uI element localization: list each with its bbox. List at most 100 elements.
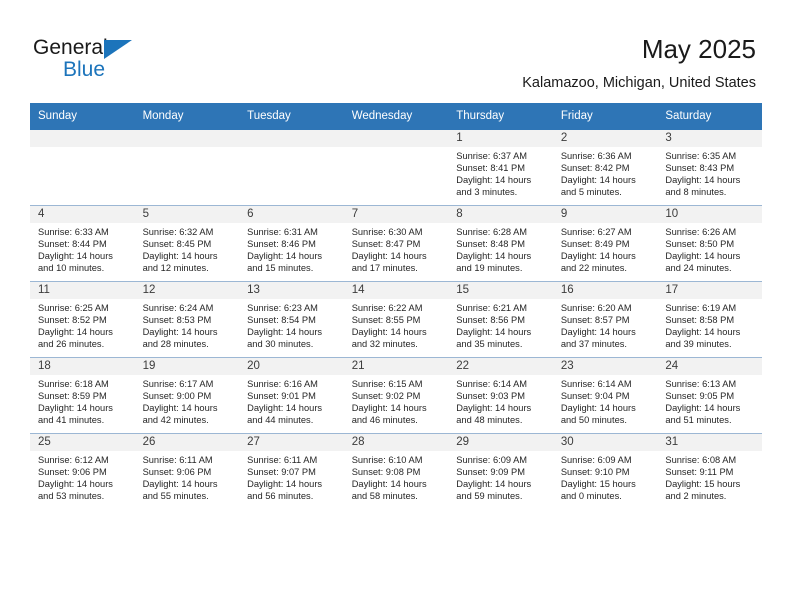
daylight-duration-line2: and 17 minutes. xyxy=(351,263,418,274)
calendar-day-cell[interactable]: 20 Sunrise: 6:16 AM Sunset: 9:01 PM Dayligh… xyxy=(239,357,344,434)
day-cell-inner: 7 Sunrise: 6:30 AM Sunset: 8:47 PM Daylight… xyxy=(343,206,449,281)
day-number: 3 xyxy=(657,130,762,147)
day-details: Sunrise: 6:10 AM Sunset: 9:08 PM Daylight:… xyxy=(344,451,449,502)
daylight-duration-line2: and 30 minutes. xyxy=(247,339,314,350)
day-number: 1 xyxy=(448,130,553,147)
day-cell-inner: 28 Sunrise: 6:10 AM Sunset: 9:08 PM Dayligh… xyxy=(343,434,449,509)
sunset-time: Sunset: 8:56 PM xyxy=(456,315,525,326)
day-number xyxy=(239,130,344,147)
calendar-day-cell[interactable]: 3 Sunrise: 6:35 AM Sunset: 8:43 PM Daylight… xyxy=(657,130,762,206)
calendar-day-cell[interactable]: 19 Sunrise: 6:17 AM Sunset: 9:00 PM Dayligh… xyxy=(134,357,240,434)
daylight-duration-line1: Daylight: 14 hours xyxy=(560,327,636,338)
calendar-day-cell[interactable]: 8 Sunrise: 6:28 AM Sunset: 8:48 PM Daylight… xyxy=(448,205,553,282)
day-cell-inner: 14 Sunrise: 6:22 AM Sunset: 8:55 PM Dayligh… xyxy=(343,282,449,357)
day-number: 12 xyxy=(134,282,240,299)
sunrise-time: Sunrise: 6:13 AM xyxy=(665,379,737,389)
day-number: 4 xyxy=(30,206,135,223)
page-header: General Blue May 2025 Kalamazoo, Michiga… xyxy=(0,0,792,103)
sunset-time: Sunset: 9:10 PM xyxy=(560,467,630,478)
calendar-day-cell[interactable]: 10 Sunrise: 6:26 AM Sunset: 8:50 PM Dayligh… xyxy=(657,205,762,282)
calendar-day-cell[interactable]: 6 Sunrise: 6:31 AM Sunset: 8:46 PM Daylight… xyxy=(239,205,344,282)
daylight-duration-line2: and 15 minutes. xyxy=(247,263,314,274)
daylight-duration-line1: Daylight: 14 hours xyxy=(247,403,323,414)
calendar-day-cell[interactable]: 26 Sunrise: 6:11 AM Sunset: 9:06 PM Dayligh… xyxy=(134,433,240,509)
daylight-duration-line1: Daylight: 14 hours xyxy=(665,327,741,338)
calendar-day-cell[interactable]: 31 Sunrise: 6:08 AM Sunset: 9:11 PM Dayligh… xyxy=(657,433,762,509)
daylight-duration-line2: and 35 minutes. xyxy=(456,339,523,350)
sunset-time: Sunset: 8:48 PM xyxy=(456,239,525,250)
sunrise-time: Sunrise: 6:11 AM xyxy=(142,455,213,465)
calendar-day-cell[interactable]: 11 Sunrise: 6:25 AM Sunset: 8:52 PM Dayligh… xyxy=(30,281,135,358)
calendar-day-cell[interactable]: 5 Sunrise: 6:32 AM Sunset: 8:45 PM Daylight… xyxy=(134,205,240,282)
logo-text-general: General xyxy=(33,36,108,59)
calendar-day-cell[interactable]: 14 Sunrise: 6:22 AM Sunset: 8:55 PM Dayligh… xyxy=(343,281,449,358)
calendar-day-cell[interactable]: 23 Sunrise: 6:14 AM Sunset: 9:04 PM Dayligh… xyxy=(552,357,658,434)
daylight-duration-line2: and 10 minutes. xyxy=(38,263,105,274)
day-cell-inner xyxy=(134,130,240,205)
logo-text-blue: Blue xyxy=(63,58,106,81)
calendar-day-cell-empty xyxy=(134,130,240,206)
weekday-header-friday: Friday xyxy=(552,103,658,130)
sunrise-time: Sunrise: 6:37 AM xyxy=(456,151,528,161)
sunset-time: Sunset: 9:01 PM xyxy=(247,391,316,402)
calendar-day-cell[interactable]: 24 Sunrise: 6:13 AM Sunset: 9:05 PM Dayligh… xyxy=(657,357,762,434)
calendar-day-cell-empty xyxy=(30,130,135,206)
sunset-time: Sunset: 8:52 PM xyxy=(38,315,107,326)
calendar-day-cell[interactable]: 15 Sunrise: 6:21 AM Sunset: 8:56 PM Dayligh… xyxy=(448,281,553,358)
general-blue-logo[interactable]: General Blue xyxy=(33,36,163,82)
calendar-day-cell[interactable]: 4 Sunrise: 6:33 AM Sunset: 8:44 PM Daylight… xyxy=(30,205,135,282)
sunset-time: Sunset: 8:41 PM xyxy=(456,163,525,174)
daylight-duration-line2: and 2 minutes. xyxy=(665,491,727,502)
day-number: 5 xyxy=(134,206,240,223)
day-cell-inner: 23 Sunrise: 6:14 AM Sunset: 9:04 PM Dayligh… xyxy=(552,358,658,433)
daylight-duration-line1: Daylight: 14 hours xyxy=(456,403,532,414)
calendar-day-cell[interactable]: 18 Sunrise: 6:18 AM Sunset: 8:59 PM Dayligh… xyxy=(30,357,135,434)
calendar-day-cell[interactable]: 12 Sunrise: 6:24 AM Sunset: 8:53 PM Dayligh… xyxy=(134,281,240,358)
calendar-day-cell[interactable]: 29 Sunrise: 6:09 AM Sunset: 9:09 PM Dayligh… xyxy=(448,433,553,509)
calendar-day-cell[interactable]: 1 Sunrise: 6:37 AM Sunset: 8:41 PM Daylight… xyxy=(448,130,553,206)
day-cell-inner: 2 Sunrise: 6:36 AM Sunset: 8:42 PM Daylight… xyxy=(552,130,658,205)
calendar-day-cell[interactable]: 22 Sunrise: 6:14 AM Sunset: 9:03 PM Dayligh… xyxy=(448,357,553,434)
calendar-day-cell[interactable]: 17 Sunrise: 6:19 AM Sunset: 8:58 PM Dayligh… xyxy=(657,281,762,358)
day-cell-inner: 1 Sunrise: 6:37 AM Sunset: 8:41 PM Daylight… xyxy=(448,130,553,205)
sunrise-time: Sunrise: 6:27 AM xyxy=(560,227,632,237)
calendar-day-cell[interactable]: 7 Sunrise: 6:30 AM Sunset: 8:47 PM Daylight… xyxy=(343,205,449,282)
calendar-day-cell[interactable]: 27 Sunrise: 6:11 AM Sunset: 9:07 PM Dayligh… xyxy=(239,433,344,509)
day-details: Sunrise: 6:14 AM Sunset: 9:03 PM Daylight:… xyxy=(448,375,553,426)
sunrise-time: Sunrise: 6:14 AM xyxy=(560,379,632,389)
calendar-day-cell[interactable]: 9 Sunrise: 6:27 AM Sunset: 8:49 PM Daylight… xyxy=(552,205,658,282)
calendar-week-row: 11 Sunrise: 6:25 AM Sunset: 8:52 PM Dayligh… xyxy=(30,281,762,358)
day-number: 10 xyxy=(657,206,762,223)
calendar-day-cell[interactable]: 30 Sunrise: 6:09 AM Sunset: 9:10 PM Dayligh… xyxy=(552,433,658,509)
weekday-header-thursday: Thursday xyxy=(448,103,553,130)
day-details: Sunrise: 6:17 AM Sunset: 9:00 PM Daylight:… xyxy=(135,375,240,426)
daylight-duration-line1: Daylight: 14 hours xyxy=(351,251,427,262)
calendar-day-cell[interactable]: 13 Sunrise: 6:23 AM Sunset: 8:54 PM Dayligh… xyxy=(239,281,344,358)
sunrise-time: Sunrise: 6:30 AM xyxy=(351,227,423,237)
sunset-time: Sunset: 8:50 PM xyxy=(665,239,735,250)
calendar-day-cell[interactable]: 25 Sunrise: 6:12 AM Sunset: 9:06 PM Dayligh… xyxy=(30,433,135,509)
sunrise-time: Sunrise: 6:22 AM xyxy=(351,303,423,313)
day-details: Sunrise: 6:33 AM Sunset: 8:44 PM Daylight:… xyxy=(30,223,135,274)
sunrise-time: Sunrise: 6:35 AM xyxy=(665,151,737,161)
weekday-header-saturday: Saturday xyxy=(657,103,762,130)
sunset-time: Sunset: 9:05 PM xyxy=(665,391,735,402)
sunset-time: Sunset: 8:47 PM xyxy=(351,239,421,250)
weekday-header-wednesday: Wednesday xyxy=(343,103,449,130)
daylight-duration-line1: Daylight: 14 hours xyxy=(665,251,741,262)
daylight-duration-line1: Daylight: 14 hours xyxy=(456,251,532,262)
daylight-duration-line2: and 24 minutes. xyxy=(665,263,732,274)
day-cell-inner: 24 Sunrise: 6:13 AM Sunset: 9:05 PM Dayligh… xyxy=(657,358,762,433)
day-number: 15 xyxy=(448,282,553,299)
day-number: 16 xyxy=(552,282,658,299)
day-details: Sunrise: 6:12 AM Sunset: 9:06 PM Daylight:… xyxy=(30,451,135,502)
sunset-time: Sunset: 8:57 PM xyxy=(560,315,630,326)
day-cell-inner: 5 Sunrise: 6:32 AM Sunset: 8:45 PM Daylight… xyxy=(134,206,240,281)
calendar-day-cell[interactable]: 2 Sunrise: 6:36 AM Sunset: 8:42 PM Daylight… xyxy=(552,130,658,206)
day-cell-inner: 4 Sunrise: 6:33 AM Sunset: 8:44 PM Daylight… xyxy=(30,206,135,281)
daylight-duration-line2: and 19 minutes. xyxy=(456,263,523,274)
calendar-day-cell[interactable]: 21 Sunrise: 6:15 AM Sunset: 9:02 PM Dayligh… xyxy=(343,357,449,434)
calendar-day-cell[interactable]: 16 Sunrise: 6:20 AM Sunset: 8:57 PM Dayligh… xyxy=(552,281,658,358)
day-cell-inner: 27 Sunrise: 6:11 AM Sunset: 9:07 PM Dayligh… xyxy=(239,434,344,509)
calendar-day-cell[interactable]: 28 Sunrise: 6:10 AM Sunset: 9:08 PM Dayligh… xyxy=(343,433,449,509)
